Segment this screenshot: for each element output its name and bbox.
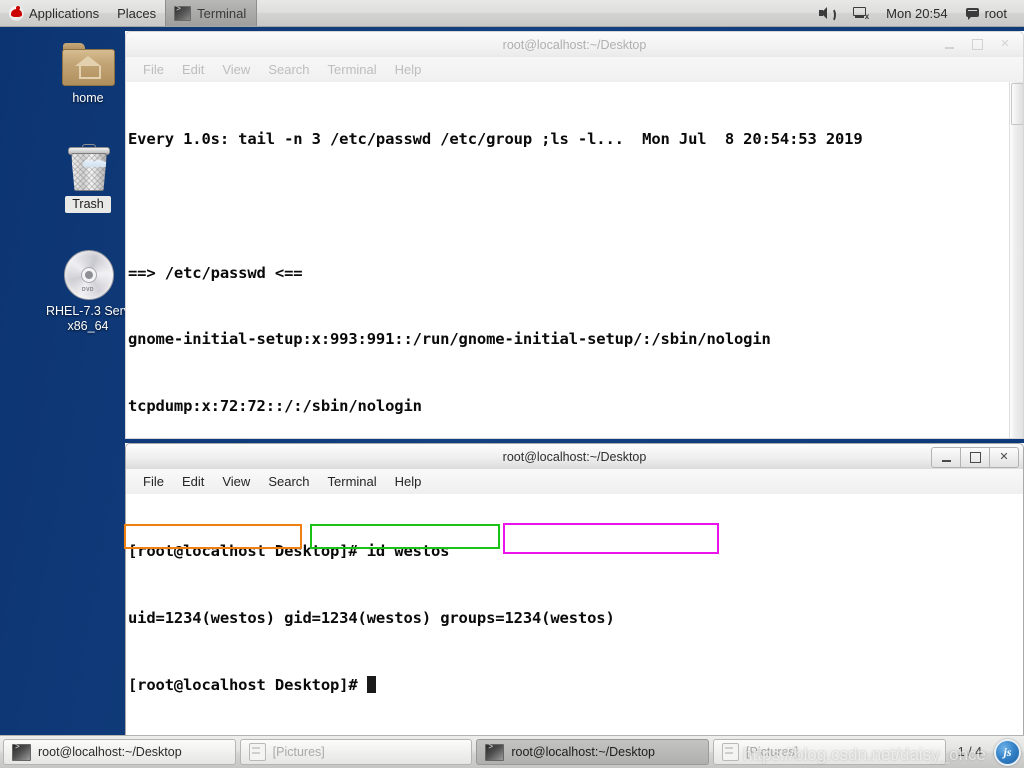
terminal-text-bottom: [root@localhost Desktop]# id westos uid=… (126, 494, 1023, 740)
titlebar-bottom[interactable]: root@localhost:~/Desktop ✕ (125, 443, 1024, 469)
terminal-window-top[interactable]: root@localhost:~/Desktop ✕ File Edit Vie… (125, 31, 1024, 439)
files-icon (722, 743, 740, 761)
terminal-window-bottom[interactable]: root@localhost:~/Desktop ✕ File Edit Vie… (125, 443, 1024, 750)
desktop-icon-trash-label: Trash (65, 196, 111, 213)
places-menu[interactable]: Places (108, 0, 165, 26)
groups-text: groups=1234(westos) (440, 609, 615, 628)
titlebar-top[interactable]: root@localhost:~/Desktop ✕ (125, 31, 1024, 57)
taskbar-item-label: [Pictures] (272, 745, 325, 759)
dvd-disc-icon: DVD (62, 248, 114, 300)
volume-indicator[interactable] (809, 0, 843, 26)
menu-file-bottom[interactable]: File (134, 472, 173, 491)
terminal-line: [root@localhost Desktop]# id westos (128, 542, 450, 561)
menubar-bottom[interactable]: File Edit View Search Terminal Help (125, 469, 1024, 494)
scrollbar-top[interactable] (1009, 82, 1023, 438)
taskbar-item-label: root@localhost:~/Desktop (511, 745, 656, 759)
terminal-line: ==> /etc/passwd <== (128, 263, 303, 282)
clock[interactable]: Mon 20:54 (877, 0, 956, 26)
desktop-screen: Applications Places Terminal x Mon 20:54 (0, 0, 1024, 768)
prompt-text: [root@localhost Desktop]# (128, 675, 367, 694)
home-folder-icon (62, 43, 115, 87)
workspace-indicator[interactable]: 1 / 4 (950, 745, 990, 759)
menu-file-top[interactable]: File (134, 60, 173, 79)
user-menu[interactable]: root (957, 0, 1016, 26)
menu-search-bottom[interactable]: Search (259, 472, 318, 491)
close-button-bottom[interactable]: ✕ (990, 447, 1019, 468)
terminal-icon (174, 5, 192, 21)
files-icon (248, 743, 266, 761)
titlebar-top-title: root@localhost:~/Desktop (502, 37, 647, 52)
terminal-line-id-output: uid=1234(westos) gid=1234(westos) groups… (128, 607, 1023, 629)
taskbar-item-label: root@localhost:~/Desktop (38, 745, 182, 759)
window-menu-terminal[interactable]: Terminal (165, 0, 258, 26)
text-cursor (366, 675, 376, 693)
user-menu-label: root (984, 5, 1007, 21)
terminal-output-bottom[interactable]: [root@localhost Desktop]# id westos uid=… (125, 494, 1024, 750)
terminal-icon (485, 743, 505, 761)
window-menu-label: Terminal (197, 5, 247, 21)
applications-menu-label: Applications (29, 5, 100, 21)
terminal-line-prompt: [root@localhost Desktop]# (128, 674, 1023, 696)
menu-view-top[interactable]: View (213, 60, 259, 79)
titlebar-bottom-title: root@localhost:~/Desktop (502, 449, 647, 464)
menu-help-top[interactable]: Help (386, 60, 431, 79)
redhat-logo-icon (9, 5, 24, 21)
uid-text: uid=1234(westos) (128, 609, 285, 628)
menu-edit-bottom[interactable]: Edit (173, 472, 213, 491)
taskbar-item-pictures-2[interactable]: [Pictures] (713, 739, 946, 765)
terminal-line: gnome-initial-setup:x:993:991::/run/gnom… (128, 330, 771, 349)
places-menu-label: Places (117, 5, 157, 21)
minimize-button-bottom[interactable] (931, 447, 961, 468)
terminal-line: Every 1.0s: tail -n 3 /etc/passwd /etc/g… (128, 130, 863, 149)
maximize-button-top[interactable] (963, 35, 991, 54)
menu-search-top[interactable]: Search (259, 60, 318, 79)
terminal-line: tcpdump:x:72:72::/:/sbin/nologin (128, 396, 422, 415)
window-controls-top[interactable]: ✕ (935, 35, 1019, 54)
csdn-logo-icon: js (994, 738, 1022, 766)
menu-terminal-top[interactable]: Terminal (319, 60, 386, 79)
taskbar-item-pictures-1[interactable]: [Pictures] (239, 739, 473, 765)
clock-label: Mon 20:54 (886, 5, 948, 21)
menu-view-bottom[interactable]: View (213, 472, 259, 491)
menu-terminal-bottom[interactable]: Terminal (319, 472, 386, 491)
menu-edit-top[interactable]: Edit (173, 60, 213, 79)
menubar-top[interactable]: File Edit View Search Terminal Help (125, 57, 1024, 82)
dvd-disc-text: DVD (81, 287, 95, 293)
taskbar: root@localhost:~/Desktop [Pictures] root… (0, 735, 1024, 768)
applications-menu[interactable]: Applications (0, 0, 108, 26)
maximize-button-bottom[interactable] (961, 447, 990, 468)
terminal-icon (12, 743, 31, 761)
desktop-icon-rhel-label2: x86_64 (67, 319, 109, 333)
window-controls-bottom[interactable]: ✕ (931, 447, 1019, 468)
close-button-top[interactable]: ✕ (991, 35, 1019, 54)
terminal-text-top: Every 1.0s: tail -n 3 /etc/passwd /etc/g… (126, 82, 1023, 438)
top-panel: Applications Places Terminal x Mon 20:54 (0, 0, 1024, 27)
network-indicator[interactable]: x (843, 0, 877, 26)
trash-icon (64, 144, 112, 192)
minimize-button-top[interactable] (935, 35, 963, 54)
gid-text: gid=1234(westos) (284, 609, 441, 628)
taskbar-item-terminal-1[interactable]: root@localhost:~/Desktop (3, 739, 236, 765)
network-disconnected-icon: x (852, 6, 869, 21)
terminal-output-top[interactable]: Every 1.0s: tail -n 3 /etc/passwd /etc/g… (125, 82, 1024, 439)
message-icon (965, 7, 980, 20)
speaker-icon (818, 6, 837, 22)
desktop-icon-home-label: home (72, 91, 104, 105)
scrollbar-thumb-top[interactable] (1011, 83, 1023, 125)
menu-help-bottom[interactable]: Help (386, 472, 431, 491)
taskbar-item-label: [Pictures] (746, 745, 799, 759)
taskbar-item-terminal-2[interactable]: root@localhost:~/Desktop (476, 739, 710, 765)
desktop-icon-rhel-label: RHEL-7.3 Serv (45, 304, 131, 318)
